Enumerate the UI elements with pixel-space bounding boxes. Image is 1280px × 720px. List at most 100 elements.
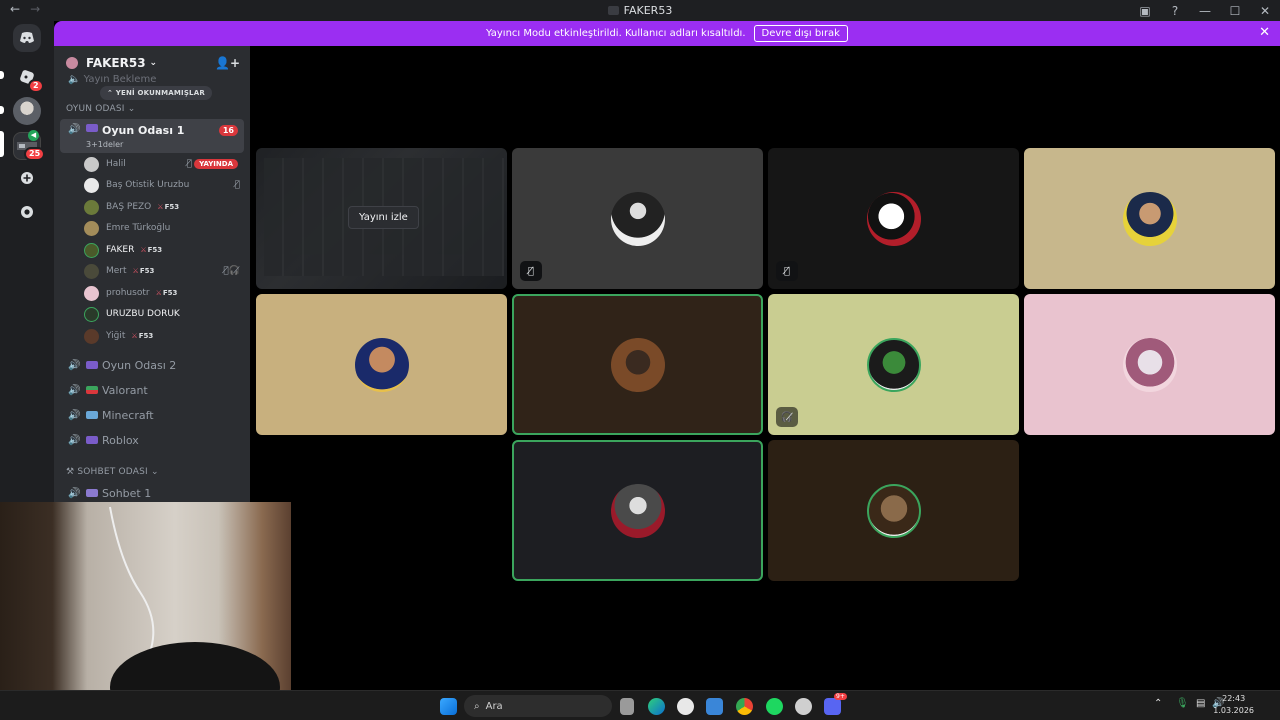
task-view-icon[interactable] <box>620 698 634 715</box>
discord-taskbar-icon[interactable] <box>824 698 841 715</box>
participant-tile[interactable]: 🎙̸ <box>768 148 1019 289</box>
minimize-button[interactable]: — <box>1190 4 1220 18</box>
channel-emoji-icon <box>86 489 98 497</box>
app-icon[interactable] <box>795 698 812 715</box>
avatar <box>354 337 409 392</box>
mute-icon: 🎙̸ <box>186 159 192 169</box>
participant-tile-speaking[interactable] <box>512 440 763 581</box>
avatar <box>84 285 99 301</box>
screen-share-icon[interactable]: ▣ <box>1130 4 1160 18</box>
title-bar: ← → FAKER53 ▣ ? — ☐ ✕ <box>0 0 1280 21</box>
avatar <box>610 337 665 392</box>
voice-user[interactable]: URUZBU DORUK <box>84 304 244 324</box>
spotify-icon[interactable] <box>766 698 783 715</box>
participant-tile[interactable] <box>256 294 507 435</box>
taskbar-clock[interactable]: 22:43 1.03.2026 <box>1213 693 1254 717</box>
voice-user[interactable]: FAKER ⚔F53 <box>84 240 244 260</box>
watch-stream-button[interactable]: Yayını izle <box>348 206 419 229</box>
invite-people-icon[interactable]: 👤+ <box>215 56 240 70</box>
deafen-icon: 🎙̸🎧̸ <box>223 266 240 276</box>
voice-user[interactable]: BAŞ PEZO ⚔F53 <box>84 197 244 217</box>
add-server-icon[interactable] <box>13 164 41 192</box>
participant-tile[interactable] <box>768 440 1019 581</box>
channel-oyun-odasi-2[interactable]: 🔊 Oyun Odası 2 <box>60 354 244 376</box>
server-rail: 2 ◀ 25 <box>0 21 54 502</box>
category-game[interactable]: OYUN ODASI ⌄ <box>66 104 135 114</box>
chrome-icon[interactable] <box>736 698 753 715</box>
avatar <box>84 177 99 193</box>
media-player-icon[interactable] <box>677 698 694 715</box>
avatar <box>84 263 99 279</box>
avatar <box>1122 337 1177 392</box>
maximize-button[interactable]: ☐ <box>1220 4 1250 18</box>
faded-channel[interactable]: 🔈 Yayın Bekleme <box>68 74 156 85</box>
disable-streamer-mode-button[interactable]: Devre dışı bırak <box>753 25 848 42</box>
speaker-icon: 🔊 <box>68 487 81 499</box>
webcam-feed <box>109 506 280 690</box>
help-icon[interactable]: ? <box>1160 4 1190 18</box>
chevron-up-icon: ⌃ <box>107 89 114 97</box>
participant-tile-speaking[interactable] <box>512 294 763 435</box>
clan-tag: ⚔F53 <box>140 246 163 254</box>
participant-tile[interactable]: 🎧̸ <box>768 294 1019 435</box>
participant-tile[interactable] <box>1024 294 1275 435</box>
avatar <box>84 306 99 322</box>
stream-tile[interactable]: Yayını izle <box>256 148 507 289</box>
voice-user[interactable]: prohusotr ⚔F53 <box>84 283 244 303</box>
voice-user[interactable]: Mert ⚔F53 🎙̸🎧̸ <box>84 261 244 281</box>
mic-muted-icon: 🎙̸ <box>776 261 798 281</box>
start-icon[interactable] <box>440 698 457 715</box>
channel-oyun-odasi-1[interactable]: 🔊 Oyun Odası 1 3+1deler 16 <box>60 119 244 153</box>
chevron-down-icon: ⌄ <box>150 467 159 477</box>
channel-roblox[interactable]: 🔊 Roblox <box>60 429 244 451</box>
unread-indicator <box>0 106 4 114</box>
server-avatar-icon[interactable] <box>13 97 41 125</box>
unread-indicator <box>0 71 4 79</box>
store-icon[interactable] <box>706 698 723 715</box>
selected-server-indicator <box>0 131 4 157</box>
clan-tag: ⚔F53 <box>131 332 154 340</box>
speaker-icon: 🔊 <box>68 124 81 135</box>
taskbar: ⌕ Ara 9+ ⌃ 🎙 ▤ 🔊 22:43 1.03.2026 <box>0 690 1280 720</box>
speaker-icon: 🔊 <box>68 384 81 396</box>
mute-icon: 🎙̸ <box>234 180 240 190</box>
channel-emoji-icon <box>86 436 98 444</box>
channel-sohbet-1[interactable]: 🔊 Sohbet 1 <box>60 482 244 502</box>
tray-chevron-icon[interactable]: ⌃ <box>1154 698 1162 709</box>
window-title: FAKER53 <box>0 4 1280 17</box>
channel-emoji-icon <box>86 124 98 132</box>
server-badge: 25 <box>24 147 46 161</box>
avatar <box>84 156 99 172</box>
discord-home-icon[interactable] <box>13 24 41 52</box>
channel-emoji-icon <box>86 361 98 369</box>
close-button[interactable]: ✕ <box>1250 4 1280 18</box>
taskbar-search[interactable]: ⌕ Ara <box>464 695 612 717</box>
participant-tile[interactable]: 🎙̸ <box>512 148 763 289</box>
category-chat[interactable]: ⚒ SOHBET ODASI ⌄ <box>66 467 159 477</box>
avatar <box>84 242 99 258</box>
avatar <box>84 220 99 236</box>
server-icon <box>66 57 78 69</box>
server-icon <box>607 6 619 15</box>
chevron-down-icon: ⌄ <box>127 104 136 114</box>
channel-minecraft[interactable]: 🔊 Minecraft <box>60 404 244 426</box>
voice-user[interactable]: Baş Otistik Uruzbu 🎙̸ <box>84 175 244 195</box>
voice-active-icon: ◀ <box>28 130 39 141</box>
avatar <box>610 191 665 246</box>
close-banner-icon[interactable]: ✕ <box>1259 25 1270 40</box>
banner-text: Yayıncı Modu etkinleştirildi. Kullanıcı … <box>486 28 746 39</box>
voice-user[interactable]: Halil 🎙̸ YAYINDA <box>84 154 244 174</box>
discover-compass-icon[interactable] <box>13 198 41 226</box>
participant-tile[interactable] <box>1024 148 1275 289</box>
webcam-overlay <box>0 502 291 690</box>
edge-icon[interactable] <box>648 698 665 715</box>
new-unreads-pill[interactable]: ⌃ YENİ OKUNMAMIŞLAR <box>100 86 212 100</box>
voice-user[interactable]: Yiğit ⚔F53 <box>84 326 244 346</box>
clan-tag: ⚔F53 <box>157 203 180 211</box>
network-icon[interactable]: ▤ <box>1196 698 1205 709</box>
voice-user[interactable]: Emre Türkoğlu <box>84 218 244 238</box>
microphone-icon[interactable]: 🎙 <box>1176 698 1189 709</box>
channel-valorant[interactable]: 🔊 Valorant <box>60 379 244 401</box>
avatar <box>866 483 921 538</box>
avatar <box>866 191 921 246</box>
